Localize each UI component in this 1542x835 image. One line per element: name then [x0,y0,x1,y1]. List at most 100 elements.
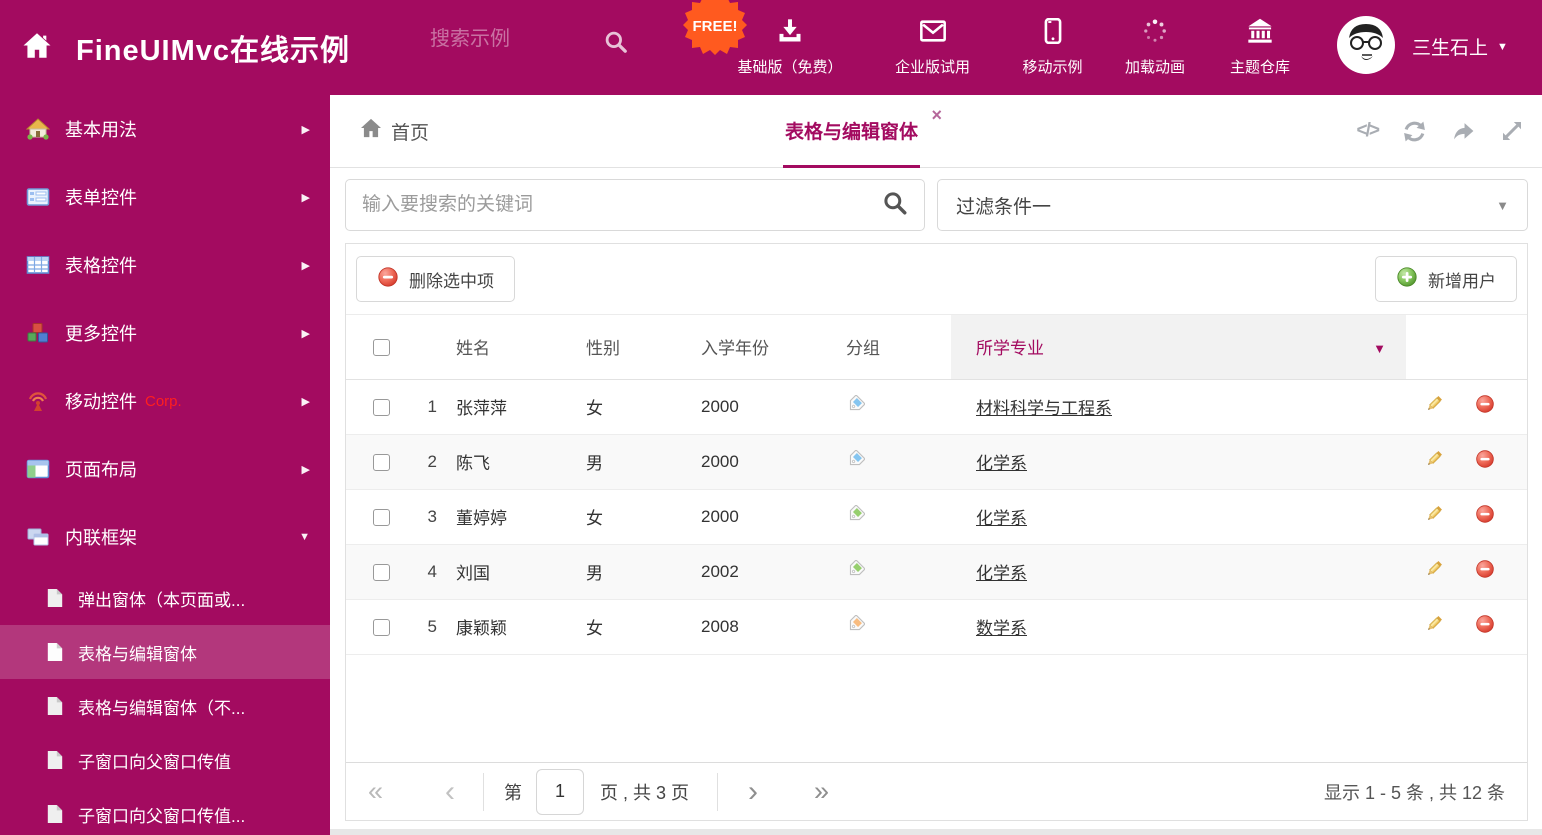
edit-pencil-icon[interactable] [1424,616,1444,638]
tab-home[interactable]: 首页 [360,95,429,167]
delete-row-icon[interactable] [1475,395,1495,418]
delete-row-icon[interactable] [1475,560,1495,583]
chevron-down-icon: ▼ [299,531,310,543]
close-icon[interactable]: × [932,105,943,126]
sidebar-subitem-label: 表格与编辑窗体（不... [78,698,246,718]
user-menu[interactable]: 三生石上 ▼ [1412,33,1508,60]
row-index: 3 [416,489,441,545]
edit-pencil-icon[interactable] [1424,506,1444,528]
avatar[interactable] [1337,16,1395,74]
tab-label: 首页 [391,122,430,144]
last-page-icon[interactable]: » [814,776,829,807]
cell-gender: 男 [566,544,676,600]
row-checkbox[interactable] [372,508,390,526]
sidebar-item-more-controls[interactable]: 更多控件 ▶ [0,299,330,367]
user-grid: 姓名 性别 入学年份 分组 所学专业 ▼ 1 张萍萍 女 2000 材料科学与工… [346,315,1527,655]
source-code-icon[interactable]: </> [1357,120,1381,142]
delete-row-icon[interactable] [1475,615,1495,638]
sidebar-item-basic-usage[interactable]: 基本用法 ▶ [0,95,330,163]
share-icon[interactable] [1451,119,1476,144]
sidebar-subitem-grid-edit-window[interactable]: 表格与编辑窗体 [0,625,330,679]
sidebar-item-iframe[interactable]: 内联框架 ▼ [0,503,330,571]
delete-row-icon[interactable] [1475,505,1495,528]
table-row: 2 陈飞 男 2000 化学系 [346,434,1527,490]
filter-dropdown-value: 过滤条件一 [956,196,1052,218]
keyword-search-input[interactable] [362,194,882,216]
col-header-gender[interactable]: 性别 [566,315,676,380]
col-header-major-label: 所学专业 [976,339,1044,359]
sidebar-subitem-label: 子窗口向父窗口传值... [78,806,246,826]
cell-year: 2000 [676,379,826,435]
sidebar-item-page-layout[interactable]: 页面布局 ▶ [0,435,330,503]
chevron-down-icon[interactable]: ▼ [1373,341,1386,356]
nav-item-enterprise-trial[interactable]: 企业版试用 [865,0,1000,95]
col-header-year[interactable]: 入学年份 [676,315,826,380]
page-number-input[interactable] [536,768,585,815]
bottom-strip [330,821,1542,835]
header-search-input[interactable] [430,28,595,51]
nav-item-basic-edition[interactable]: 基础版（免费） [715,0,865,95]
home-icon[interactable] [22,32,52,64]
major-link[interactable]: 化学系 [976,509,1027,528]
sidebar: 基本用法 ▶ 表单控件 ▶ 表格控件 ▶ 更多控件 ▶ 移动控件 Corp. ▶… [0,95,330,835]
filter-row: 过滤条件一 ▼ [330,168,1542,231]
tab-label: 表格与编辑窗体 [785,121,919,143]
sidebar-subitem-grid-edit-window-alt[interactable]: 表格与编辑窗体（不... [0,679,330,733]
sidebar-subitem-popup-window[interactable]: 弹出窗体（本页面或... [0,571,330,625]
col-header-name[interactable]: 姓名 [441,315,566,380]
chevron-right-icon: ▶ [301,463,310,476]
row-checkbox[interactable] [372,453,390,471]
delete-selected-button[interactable]: 删除选中项 [356,256,515,302]
nav-item-loading-animation[interactable]: 加载动画 [1105,0,1205,95]
tag-icon [846,448,866,473]
home-icon [25,117,51,141]
row-index: 5 [416,599,441,655]
next-page-icon[interactable]: › [748,775,758,809]
edit-pencil-icon[interactable] [1424,396,1444,418]
page-icon [46,750,64,770]
col-header-group[interactable]: 分组 [826,315,951,380]
edit-pencil-icon[interactable] [1424,561,1444,583]
table-row: 4 刘国 男 2002 化学系 [346,544,1527,600]
sidebar-item-label: 页面布局 [65,460,137,480]
search-icon[interactable] [882,190,908,221]
nav-item-mobile-demo[interactable]: 移动示例 [1000,0,1105,95]
refresh-icon[interactable] [1402,119,1427,144]
layout-icon [26,457,50,481]
row-index: 1 [416,379,441,435]
page-icon [46,642,64,662]
tab-grid-edit-window[interactable]: 表格与编辑窗体 × [783,95,942,168]
prev-page-icon[interactable]: ‹ [445,775,455,809]
search-icon[interactable] [603,29,629,60]
nav-label: 基础版（免费） [737,59,843,76]
sidebar-item-grid-controls[interactable]: 表格控件 ▶ [0,231,330,299]
edit-pencil-icon[interactable] [1424,451,1444,473]
delete-row-icon[interactable] [1475,450,1495,473]
major-link[interactable]: 数学系 [976,619,1027,638]
row-checkbox[interactable] [372,563,390,581]
nav-item-theme-store[interactable]: 主题仓库 [1205,0,1315,95]
major-link[interactable]: 化学系 [976,454,1027,473]
sidebar-subitem-child-to-parent-alt[interactable]: 子窗口向父窗口传值... [0,787,330,835]
row-checkbox[interactable] [372,398,390,416]
cell-gender: 女 [566,379,676,435]
select-all-checkbox[interactable] [372,338,390,356]
add-user-button[interactable]: 新增用户 [1375,256,1517,302]
sidebar-subitem-child-to-parent[interactable]: 子窗口向父窗口传值 [0,733,330,787]
sidebar-item-form-controls[interactable]: 表单控件 ▶ [0,163,330,231]
filter-dropdown[interactable]: 过滤条件一 ▼ [937,179,1528,231]
main-content: 首页 表格与编辑窗体 × </> 过滤条件一 ▼ [330,95,1542,835]
sidebar-item-mobile-controls[interactable]: 移动控件 Corp. ▶ [0,367,330,435]
major-link[interactable]: 材料科学与工程系 [976,399,1112,418]
chevron-right-icon: ▶ [301,123,310,136]
row-checkbox[interactable] [372,618,390,636]
col-header-index [416,315,441,380]
first-page-icon[interactable]: « [368,776,383,807]
record-summary: 显示 1 - 5 条 , 共 12 条 [1323,782,1505,803]
col-header-major[interactable]: 所学专业 ▼ [951,315,1406,380]
major-link[interactable]: 化学系 [976,564,1027,583]
grid-panel: 删除选中项 新增用户 姓名 性别 入学年份 分组 所学专业 ▼ 1 张萍萍 女 … [345,243,1528,821]
nav-label: 主题仓库 [1229,59,1290,76]
header-checkbox-cell [346,315,416,380]
expand-icon[interactable] [1500,119,1524,143]
